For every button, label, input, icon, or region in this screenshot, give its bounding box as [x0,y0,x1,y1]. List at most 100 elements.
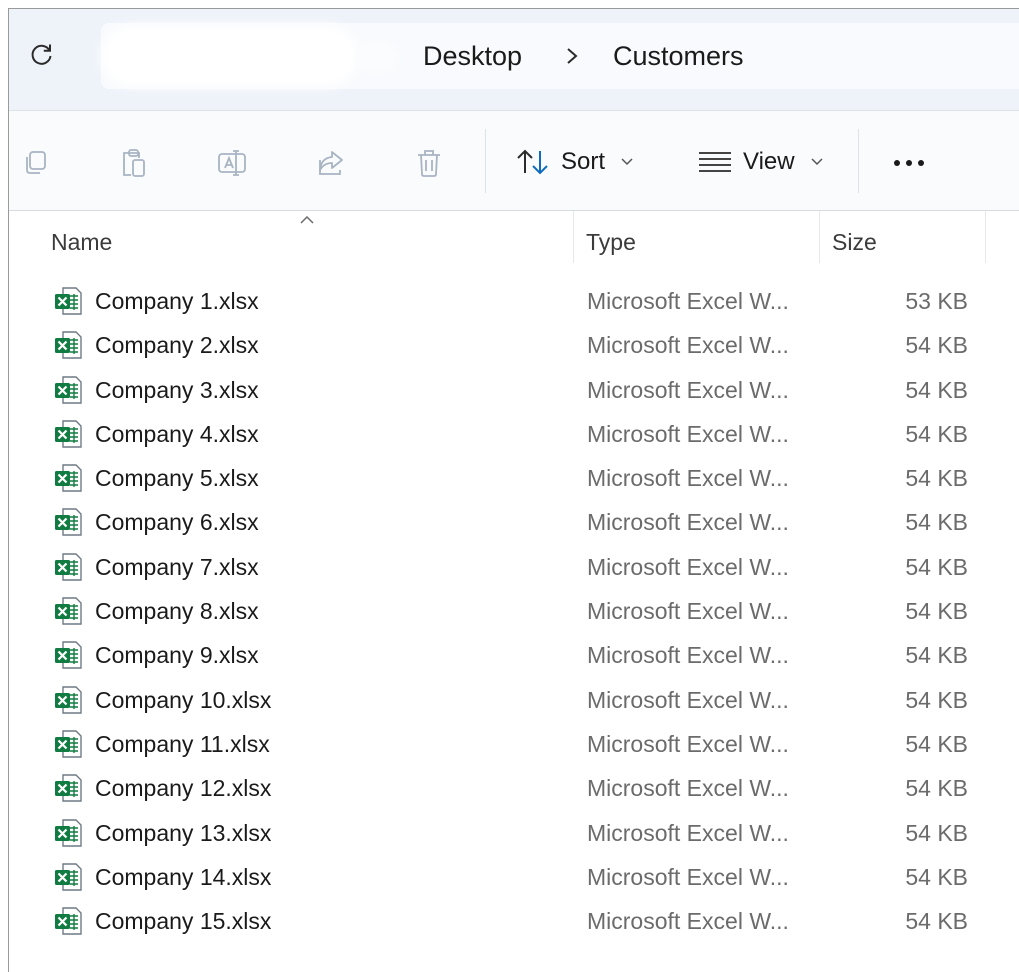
file-row[interactable]: Company 1.xlsx Microsoft Excel W... 53 KB [9,279,1019,323]
breadcrumb-customers[interactable]: Customers [613,41,744,72]
file-size: 54 KB [905,598,968,625]
breadcrumb-desktop[interactable]: Desktop [423,41,522,72]
file-type: Microsoft Excel W... [587,819,789,846]
file-row[interactable]: Company 9.xlsx Microsoft Excel W... 54 KB [9,633,1019,677]
file-name[interactable]: Company 13.xlsx [95,820,271,847]
chevron-down-icon [811,158,823,166]
column-divider[interactable] [573,211,574,263]
file-row[interactable]: Company 11.xlsx Microsoft Excel W... 54 KB [9,722,1019,766]
excel-file-icon [53,286,83,316]
chevron-right-icon[interactable] [564,45,580,67]
file-name[interactable]: Company 4.xlsx [95,421,259,448]
file-row[interactable]: Company 5.xlsx Microsoft Excel W... 54 KB [9,456,1019,500]
excel-file-icon [53,596,83,626]
excel-file-icon [53,818,83,848]
file-type: Microsoft Excel W... [587,376,789,403]
file-type: Microsoft Excel W... [587,863,789,890]
sort-label: Sort [561,148,606,175]
file-name[interactable]: Company 5.xlsx [95,465,259,492]
excel-file-icon [53,507,83,537]
file-list: Company 1.xlsx Microsoft Excel W... 53 KB … [9,279,1019,943]
command-bar: Sort View [9,111,1019,211]
file-explorer-window: Desktop Customers Sort View Name Type Si… [8,8,1019,972]
column-header-row: Name Type Size [9,211,1019,271]
file-type: Microsoft Excel W... [587,908,789,935]
file-row[interactable]: Company 7.xlsx Microsoft Excel W... 54 KB [9,545,1019,589]
file-type: Microsoft Excel W... [587,598,789,625]
file-size: 54 KB [905,420,968,447]
excel-file-icon [53,552,83,582]
excel-file-icon [53,330,83,360]
redacted-path [107,31,353,81]
rename-icon[interactable] [215,146,249,180]
file-row[interactable]: Company 6.xlsx Microsoft Excel W... 54 KB [9,500,1019,544]
file-size: 54 KB [905,642,968,669]
column-divider[interactable] [985,211,986,263]
file-type: Microsoft Excel W... [587,288,789,314]
file-row[interactable]: Company 2.xlsx Microsoft Excel W... 54 KB [9,323,1019,367]
file-name[interactable]: Company 2.xlsx [95,332,259,359]
file-size: 54 KB [905,908,968,935]
excel-file-icon [53,729,83,759]
file-row[interactable]: Company 12.xlsx Microsoft Excel W... 54 KB [9,766,1019,810]
file-type: Microsoft Excel W... [587,465,789,492]
excel-file-icon [53,375,83,405]
file-name[interactable]: Company 7.xlsx [95,554,259,581]
excel-file-icon [53,773,83,803]
file-name[interactable]: Company 10.xlsx [95,687,271,714]
file-row[interactable]: Company 8.xlsx Microsoft Excel W... 54 KB [9,589,1019,633]
file-type: Microsoft Excel W... [587,642,789,669]
file-name[interactable]: Company 12.xlsx [95,775,271,802]
file-name[interactable]: Company 9.xlsx [95,642,259,669]
file-type: Microsoft Excel W... [587,730,789,757]
excel-file-icon [53,906,83,936]
file-name[interactable]: Company 11.xlsx [95,731,270,758]
file-row[interactable]: Company 4.xlsx Microsoft Excel W... 54 KB [9,412,1019,456]
file-type: Microsoft Excel W... [587,509,789,536]
column-divider[interactable] [819,211,820,263]
file-size: 54 KB [905,863,968,890]
file-type: Microsoft Excel W... [587,775,789,802]
redacted-path-fragment [359,45,395,69]
delete-icon[interactable] [412,146,446,180]
excel-file-icon [53,463,83,493]
share-icon[interactable] [314,146,348,180]
sort-icon [517,149,548,175]
file-size: 53 KB [905,288,968,314]
breadcrumb[interactable]: Desktop Customers [101,23,1019,89]
file-name[interactable]: Company 3.xlsx [95,377,259,404]
view-list-icon [699,152,731,172]
file-row[interactable]: Company 10.xlsx Microsoft Excel W... 54 KB [9,678,1019,722]
file-size: 54 KB [905,775,968,802]
file-name[interactable]: Company 15.xlsx [95,908,271,935]
file-row[interactable]: Company 15.xlsx Microsoft Excel W... 54 KB [9,899,1019,943]
file-size: 54 KB [905,465,968,492]
view-button[interactable]: View [697,139,823,185]
chevron-down-icon [621,158,633,166]
excel-file-icon [53,419,83,449]
sort-button[interactable]: Sort [515,139,633,185]
file-type: Microsoft Excel W... [587,332,789,359]
paste-icon[interactable] [117,146,151,180]
column-header-size[interactable]: Size [832,229,877,256]
file-size: 54 KB [905,509,968,536]
file-type: Microsoft Excel W... [587,686,789,713]
file-name[interactable]: Company 6.xlsx [95,509,259,536]
refresh-icon[interactable] [29,41,55,67]
file-type: Microsoft Excel W... [587,420,789,447]
file-type: Microsoft Excel W... [587,553,789,580]
column-header-type[interactable]: Type [586,229,636,256]
file-name[interactable]: Company 1.xlsx [95,288,259,315]
file-row[interactable]: Company 13.xlsx Microsoft Excel W... 54 KB [9,811,1019,855]
copy-icon[interactable] [19,146,53,180]
column-header-name[interactable]: Name [51,229,112,256]
file-size: 54 KB [905,730,968,757]
excel-file-icon [53,685,83,715]
file-size: 54 KB [905,332,968,359]
file-name[interactable]: Company 14.xlsx [95,864,271,891]
file-row[interactable]: Company 14.xlsx Microsoft Excel W... 54 KB [9,855,1019,899]
more-options-icon[interactable] [889,153,929,173]
file-name[interactable]: Company 8.xlsx [95,598,259,625]
file-row[interactable]: Company 3.xlsx Microsoft Excel W... 54 KB [9,368,1019,412]
address-bar-region: Desktop Customers [9,9,1019,111]
